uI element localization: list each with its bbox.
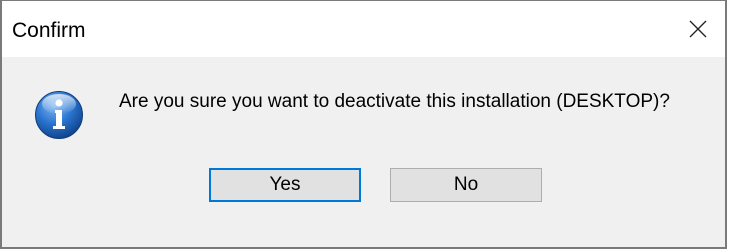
no-button[interactable]: No	[390, 168, 542, 202]
title-bar: Confirm	[2, 1, 725, 57]
confirm-dialog: Confirm Are you sure you want to deactiv…	[0, 0, 727, 249]
yes-button[interactable]: Yes	[209, 168, 361, 202]
close-button[interactable]	[671, 1, 725, 57]
close-icon	[689, 20, 707, 38]
confirm-message: Are you sure you want to deactivate this…	[119, 91, 670, 112]
info-icon	[35, 91, 83, 139]
window-title: Confirm	[12, 19, 86, 42]
dialog-body: Are you sure you want to deactivate this…	[2, 57, 725, 247]
